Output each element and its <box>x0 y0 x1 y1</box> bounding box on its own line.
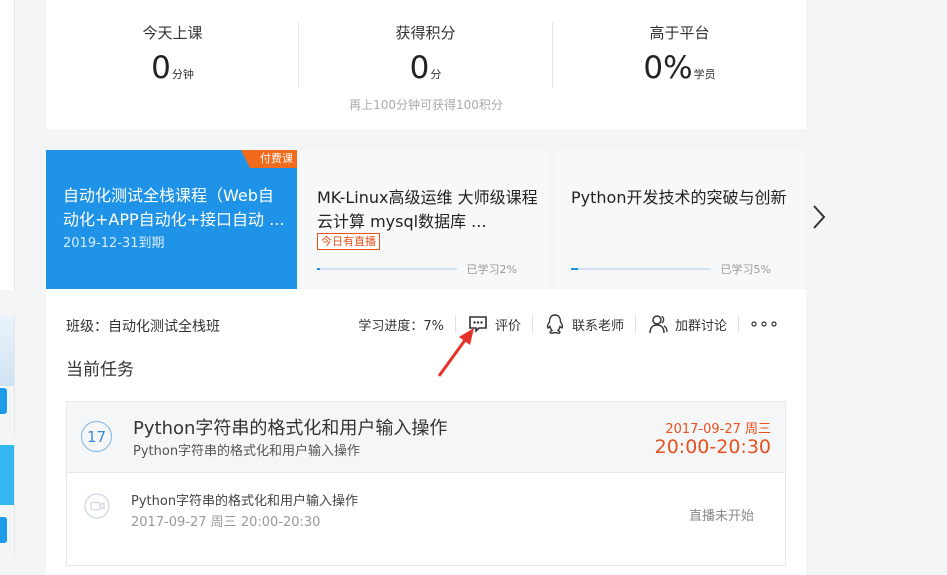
stat-label: 今天上课 <box>142 24 203 42</box>
task-time: 20:00-20:30 <box>654 436 771 458</box>
course-title: 自动化测试全栈课程（Web自动化+APP自动化+接口自动 ... <box>63 186 285 229</box>
left-tab-button-2[interactable] <box>0 517 7 543</box>
stat-unit: 分钟 <box>171 68 194 81</box>
left-panel-fragment <box>0 0 15 290</box>
current-task-heading: 当前任务 <box>66 360 134 380</box>
join-group-button[interactable]: 加群讨论 <box>647 313 727 335</box>
stats-panel: 今天上课 0分钟 获得积分 0分 高于平台 0%学员 再上100分钟可获得100… <box>46 0 806 129</box>
stat-value: 0分钟 <box>46 51 299 92</box>
contact-teacher-label: 联系老师 <box>571 318 624 334</box>
task-date: 2017-09-27 周三 <box>665 422 771 437</box>
lesson-time: 2017-09-27 周三 20:00-20:30 <box>131 515 321 530</box>
stat-unit: 学员 <box>693 68 716 81</box>
course-progress-bar <box>317 268 457 270</box>
qq-penguin-icon <box>546 314 564 334</box>
task-subtitle: Python字符串的格式化和用户输入操作 <box>133 444 361 459</box>
task-day-badge: 17 <box>81 421 112 452</box>
left-panel-fragment-2 <box>0 313 15 437</box>
class-toolbar: 学习进度：7% 评价 联系老师 加群讨论 <box>358 312 778 336</box>
divider <box>531 315 533 333</box>
stat-number: 0 <box>151 50 171 86</box>
class-panel: 班级：自动化测试全栈班 学习进度：7% 评价 联系老师 加群讨论 当前任务 17… <box>46 289 806 575</box>
stat-ranking: 高于平台 0%学员 <box>553 22 806 92</box>
progress-text: 已学习5% <box>720 263 771 276</box>
live-badge: 今日有直播 <box>317 233 380 250</box>
course-title: Python开发技术的突破与创新 <box>571 188 787 207</box>
stat-unit: 分 <box>430 68 442 81</box>
course-tab-linux[interactable]: MK-Linux高级运维 大师级课程 云计算 mysql数据库 ... 今日有直… <box>300 150 550 289</box>
course-tab-automation[interactable]: 付费课 自动化测试全栈课程（Web自动化+APP自动化+接口自动 ... 201… <box>46 150 297 289</box>
task-header[interactable]: 17 Python字符串的格式化和用户输入操作 Python字符串的格式化和用户… <box>67 402 785 473</box>
join-group-label: 加群讨论 <box>674 318 727 334</box>
course-tab-python[interactable]: Python开发技术的突破与创新 已学习5% <box>554 150 804 289</box>
progress-text: 已学习2% <box>466 263 517 276</box>
paid-badge: 付费课 <box>241 150 297 168</box>
annotation-arrow-icon <box>437 328 474 377</box>
users-icon <box>649 315 668 334</box>
task-title: Python字符串的格式化和用户输入操作 <box>133 418 448 439</box>
course-title: MK-Linux高级运维 大师级课程 云计算 mysql数据库 ... <box>317 188 538 231</box>
divider <box>634 315 636 333</box>
progress-fill <box>571 268 578 270</box>
lesson-status: 直播未开始 <box>688 509 754 524</box>
lesson-title[interactable]: Python字符串的格式化和用户输入操作 <box>131 490 358 509</box>
stat-label: 高于平台 <box>649 24 710 42</box>
stat-number: 0% <box>643 50 693 86</box>
task-card: 17 Python字符串的格式化和用户输入操作 Python字符串的格式化和用户… <box>66 401 786 566</box>
course-expiry: 2019-12-31到期 <box>63 236 165 251</box>
video-camera-icon <box>84 493 110 519</box>
stat-today-class: 今天上课 0分钟 <box>46 22 299 92</box>
progress-fill <box>317 268 320 270</box>
stat-label: 获得积分 <box>395 24 456 42</box>
class-name: 班级：自动化测试全栈班 <box>66 319 220 335</box>
stat-points: 获得积分 0分 <box>299 22 552 92</box>
left-tab-button[interactable] <box>0 388 7 414</box>
stat-value: 0%学员 <box>553 51 806 92</box>
stats-hint: 再上100分钟可获得100积分 <box>349 98 503 112</box>
stat-number: 0 <box>409 50 430 86</box>
contact-teacher-button[interactable]: 联系老师 <box>544 313 624 335</box>
course-progress-bar <box>571 268 711 270</box>
chevron-right-icon[interactable] <box>808 202 830 232</box>
review-label: 评价 <box>494 318 521 334</box>
divider <box>738 315 739 333</box>
more-dots-icon[interactable] <box>750 319 778 329</box>
stat-value: 0分 <box>299 51 552 92</box>
